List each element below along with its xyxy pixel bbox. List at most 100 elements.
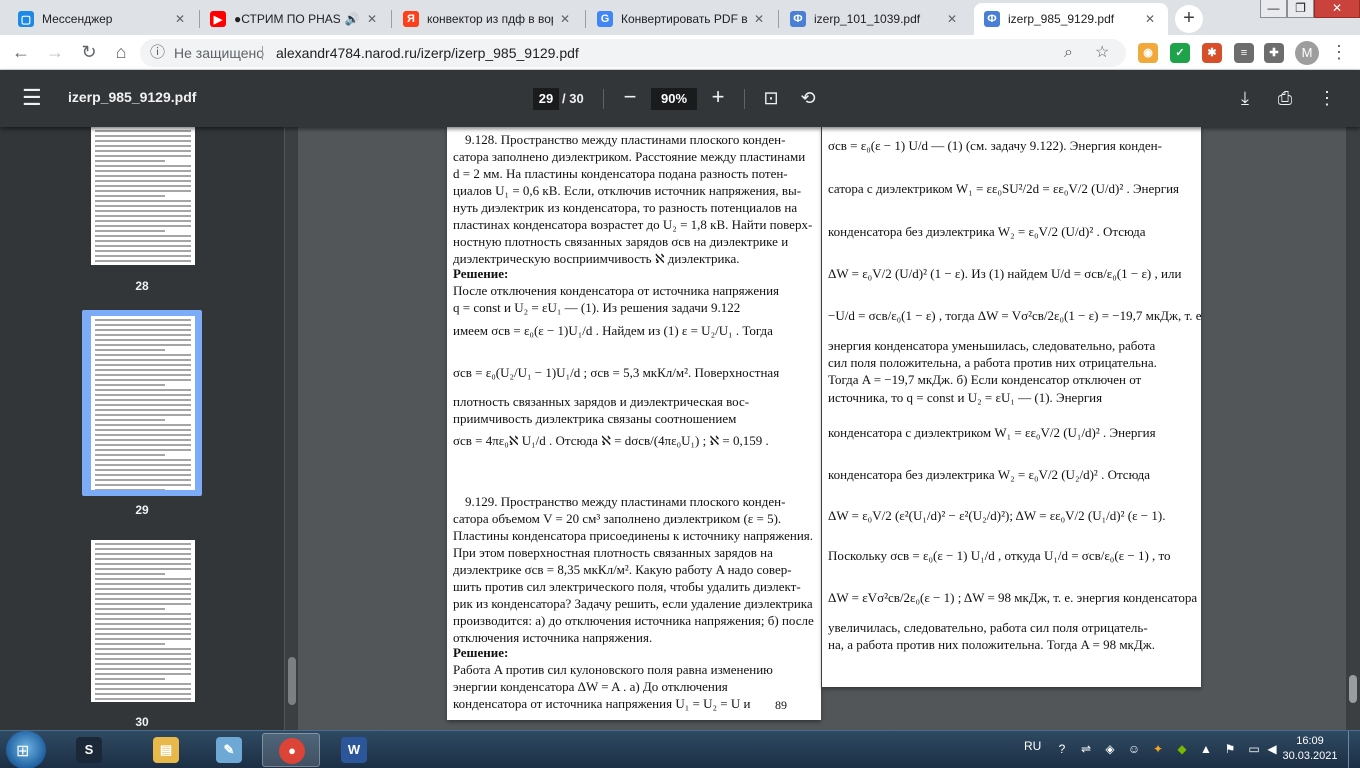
- page-number-input[interactable]: 29: [533, 88, 559, 110]
- tab-title: izerp_985_9129.pdf: [1008, 12, 1115, 26]
- sidebar-menu-icon[interactable]: ☰: [22, 86, 46, 110]
- thumbnail-page-30[interactable]: [91, 540, 195, 702]
- page-text-line: −U/d = σсв/ε₀(1 − ε) , тогда ΔW = Vσ²св/…: [828, 308, 1201, 323]
- home-icon[interactable]: ⌂: [108, 40, 134, 66]
- back-icon[interactable]: ←: [8, 40, 34, 66]
- tab-messenger[interactable]: ▢ Мессенджер ✕: [8, 3, 198, 35]
- tab-yandex[interactable]: Я конвектор из пдф в ворд ✕: [393, 3, 583, 35]
- page-text-line: приимчивость диэлектрика связаны соотнош…: [453, 411, 737, 426]
- close-window-button[interactable]: ✕: [1314, 0, 1360, 18]
- close-tab-icon[interactable]: ✕: [944, 12, 960, 26]
- pdf-filename: izerp_985_9129.pdf: [68, 89, 197, 105]
- tray-help-icon[interactable]: ?: [1054, 741, 1070, 757]
- paint-icon: ✎: [216, 737, 242, 763]
- close-tab-icon[interactable]: ✕: [557, 12, 573, 26]
- page-text-line: ΔW = ε₀V/2 (U/d)² (1 − ε). Из (1) найдем…: [828, 266, 1182, 281]
- pdf-page-left: 9.128. Пространство между пластинами пло…: [447, 127, 821, 720]
- page-text-line: шить против сил электрического поля, что…: [453, 579, 801, 594]
- screen: ▢ Мессенджер ✕ ▶ ●СТРИМ ПО PHASMOPHOBIA …: [0, 0, 1360, 768]
- extensions-puzzle-icon[interactable]: ✚: [1264, 43, 1284, 63]
- taskbar-app-paint[interactable]: ✎: [200, 733, 258, 767]
- reload-icon[interactable]: ↻: [76, 40, 102, 66]
- page-text-line: q = const и U₂ = εU₁ — (1). Из решения з…: [453, 300, 741, 315]
- page-text-line: Тогда A = −19,7 мкДж. б) Если конденсато…: [828, 372, 1142, 387]
- yandex-icon: Я: [403, 11, 419, 27]
- page-text-line: Работа A против сил кулоновского поля ра…: [453, 662, 773, 677]
- tray-shield-icon[interactable]: ◈: [1102, 741, 1118, 757]
- main-scrollbar[interactable]: [1346, 127, 1360, 730]
- page-text-line: рик из конденсатора? Задачу решить, если…: [453, 596, 813, 611]
- page-text-line: Решение:: [453, 645, 509, 660]
- chrome-menu-icon[interactable]: ⋮: [1326, 40, 1352, 66]
- thumbnail-label: 28: [135, 279, 149, 293]
- sidebar-scrollbar[interactable]: [285, 127, 298, 730]
- minimize-button[interactable]: —: [1260, 0, 1287, 18]
- tab-pdf-1[interactable]: Ф izerp_101_1039.pdf ✕: [780, 3, 970, 35]
- tray-network-icon[interactable]: ▭: [1246, 741, 1262, 757]
- tray-wifi-icon[interactable]: ▲: [1198, 741, 1214, 757]
- info-icon[interactable]: ⓘ: [150, 39, 165, 67]
- extension-bug-icon[interactable]: ✱: [1202, 43, 1222, 63]
- fit-page-icon[interactable]: ⊡: [758, 85, 784, 111]
- system-clock[interactable]: 16:09 30.03.2021: [1280, 734, 1340, 764]
- taskbar-app-steam[interactable]: S: [60, 733, 118, 767]
- page-text-line: циалов U₁ = 0,6 кВ. Если, отключив источ…: [453, 183, 802, 198]
- more-actions-icon[interactable]: ⋮: [1314, 85, 1340, 111]
- tray-antivirus-icon[interactable]: ✦: [1150, 741, 1166, 757]
- page-text-line: Пластины конденсатора присоединены к ист…: [453, 528, 814, 543]
- pdf-toolbar: ☰ izerp_985_9129.pdf 29 / 30 − 90% + ⊡ ⟲…: [0, 70, 1360, 127]
- close-tab-icon[interactable]: ✕: [751, 12, 767, 26]
- tray-usb-icon[interactable]: ⇌: [1078, 741, 1094, 757]
- print-icon[interactable]: ⎙: [1272, 85, 1298, 111]
- pdf-icon: Ф: [790, 11, 806, 27]
- zoom-icon[interactable]: ⌕: [1064, 39, 1073, 67]
- zoom-in-button[interactable]: +: [705, 85, 731, 111]
- profile-avatar[interactable]: M: [1295, 41, 1319, 65]
- show-desktop-button[interactable]: [1348, 731, 1360, 768]
- bookmark-star-icon[interactable]: ☆: [1095, 39, 1109, 67]
- taskbar-app-chrome[interactable]: ●: [262, 733, 320, 767]
- scrollbar-thumb[interactable]: [288, 657, 296, 705]
- tray-people-icon[interactable]: ☺: [1126, 741, 1142, 757]
- scrollbar-thumb[interactable]: [1349, 675, 1357, 703]
- rotate-icon[interactable]: ⟲: [795, 85, 821, 111]
- page-text-line: Поскольку σсв = ε₀(ε − 1) U₁/d , откуда …: [828, 548, 1171, 563]
- tray-nvidia-icon[interactable]: ◆: [1174, 741, 1190, 757]
- tab-pdf-2-active[interactable]: Ф izerp_985_9129.pdf ✕: [974, 3, 1168, 35]
- page-text-line: конденсатора без диэлектрика W₂ = ε₀V/2 …: [828, 224, 1146, 239]
- page-text-line: конденсатора от источника напряжения U₁ …: [453, 696, 751, 711]
- page-text-line: σсв = ε₀(U₂/U₁ − 1)U₁/d ; σсв = 5,3 мкКл…: [453, 365, 780, 380]
- extension-shield-icon[interactable]: ✓: [1170, 43, 1190, 63]
- zoom-out-button[interactable]: −: [617, 85, 643, 111]
- tray-volume-icon[interactable]: ◀: [1264, 741, 1280, 757]
- audio-icon[interactable]: 🔊: [344, 12, 360, 26]
- extension-owl-icon[interactable]: ◉: [1138, 43, 1158, 63]
- page-text-line: энергии конденсатора ΔW = A . а) До откл…: [453, 679, 728, 694]
- new-tab-button[interactable]: +: [1175, 5, 1203, 33]
- reading-list-icon[interactable]: ≡: [1234, 43, 1254, 63]
- forward-icon[interactable]: →: [42, 40, 68, 66]
- page-text-line: σсв = 4πε₀ℵ U₁/d . Отсюда ℵ = dσсв/(4πε₀…: [453, 433, 769, 448]
- close-tab-icon[interactable]: ✕: [364, 12, 380, 26]
- taskbar-app-explorer[interactable]: ▤: [137, 733, 195, 767]
- tab-convert[interactable]: G Конвертировать PDF в Word ✕: [587, 3, 777, 35]
- tab-youtube[interactable]: ▶ ●СТРИМ ПО PHASMOPHOBIA 🔊 ✕: [200, 3, 390, 35]
- language-indicator[interactable]: RU: [1024, 739, 1041, 753]
- maximize-button[interactable]: ❐: [1287, 0, 1314, 18]
- close-tab-icon[interactable]: ✕: [1142, 12, 1158, 26]
- page-text-line: сатора с диэлектриком W₁ = εε₀SU²/2d = ε…: [828, 181, 1180, 196]
- zoom-level-input[interactable]: 90%: [651, 88, 697, 110]
- taskbar-app-word[interactable]: W: [325, 733, 383, 767]
- address-bar[interactable]: ⓘ Не защищено alexandr4784.narod.ru/izer…: [140, 39, 1126, 67]
- thumbnail-page-28[interactable]: [91, 127, 195, 265]
- close-tab-icon[interactable]: ✕: [172, 12, 188, 26]
- tray-flag-icon[interactable]: ⚑: [1222, 741, 1238, 757]
- start-button[interactable]: ⊞: [6, 731, 46, 768]
- page-text-line: Решение:: [453, 266, 509, 281]
- thumbnail-page-29[interactable]: [91, 316, 195, 490]
- url-text[interactable]: alexandr4784.narod.ru/izerp/izerp_985_91…: [276, 39, 579, 67]
- download-icon[interactable]: ⤓: [1232, 85, 1258, 111]
- browser-toolbar: ← → ↻ ⌂ ⓘ Не защищено alexandr4784.narod…: [0, 35, 1360, 70]
- clock-time: 16:09: [1296, 735, 1324, 747]
- taskbar: ⊞ S ▤ ✎ ● W RU ? ⇌ ◈ ☺ ✦ ◆ ▲ ⚑ ▭ ◀ 16:09…: [0, 730, 1360, 768]
